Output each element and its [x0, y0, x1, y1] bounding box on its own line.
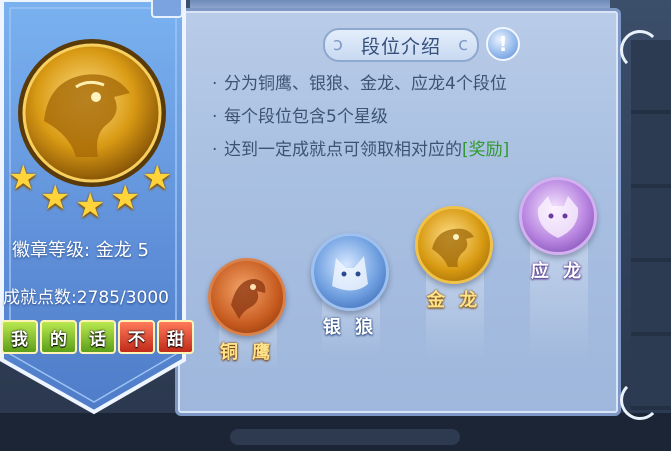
rank-copper-eagle[interactable]: 铜 鹰 [207, 258, 287, 364]
question-icon[interactable]: ! [486, 27, 520, 61]
reward-link[interactable]: [奖励] [462, 140, 509, 160]
tag-char[interactable]: 的 [40, 320, 77, 354]
tag-char[interactable]: 话 [79, 320, 116, 354]
rank-ying-dragon[interactable]: 应 龙 [518, 177, 598, 283]
rank-silver-wolf[interactable]: 银 狼 [310, 233, 390, 339]
star-icon: ★ [40, 178, 71, 218]
badge-level: 徽章等级: 金龙 5 [12, 240, 149, 261]
star-icon: ★ [110, 178, 141, 218]
star-icon: ★ [8, 158, 39, 198]
tag-char[interactable]: 甜 [157, 320, 194, 354]
eagle-icon [208, 258, 286, 336]
rule-item: · 分为铜鹰、银狼、金龙、应龙4个段位 [212, 74, 507, 94]
rule-item: · 每个段位包含5个星级 [212, 107, 388, 127]
dragon-icon [415, 206, 493, 284]
panel-ornament [620, 380, 660, 420]
tag-char[interactable]: 我 [1, 320, 38, 354]
wolf-icon [311, 233, 389, 311]
swirl-right-icon: c [458, 34, 469, 55]
rule-item: · 达到一定成就点可领取相对应的[奖励] [212, 140, 510, 160]
star-icon: ★ [75, 186, 106, 226]
dragon-head-icon [519, 177, 597, 255]
rule-text: 分为铜鹰、银狼、金龙、应龙4个段位 [224, 74, 507, 94]
edit-icon[interactable] [151, 0, 183, 18]
background-bar [230, 429, 460, 445]
panel-title: ↄ 段位介绍 c [323, 28, 479, 62]
rank-label: 应 龙 [530, 261, 586, 282]
rank-label: 金 龙 [426, 290, 482, 311]
rank-label: 银 狼 [322, 317, 378, 338]
rank-label: 铜 鹰 [219, 342, 275, 363]
achievement-points: 成就点数:2785/3000 [3, 288, 169, 308]
rule-text: 达到一定成就点可领取相对应的 [224, 140, 462, 160]
panel-title-text: 段位介绍 [360, 35, 441, 58]
rank-gold-dragon[interactable]: 金 龙 [414, 206, 494, 312]
title-tags: 我 的 话 不 甜 [1, 320, 194, 354]
star-icon: ★ [142, 158, 173, 198]
rule-text: 每个段位包含5个星级 [224, 107, 388, 127]
panel-ornament [620, 30, 660, 70]
tag-char[interactable]: 不 [118, 320, 155, 354]
swirl-left-icon: ↄ [333, 34, 344, 55]
